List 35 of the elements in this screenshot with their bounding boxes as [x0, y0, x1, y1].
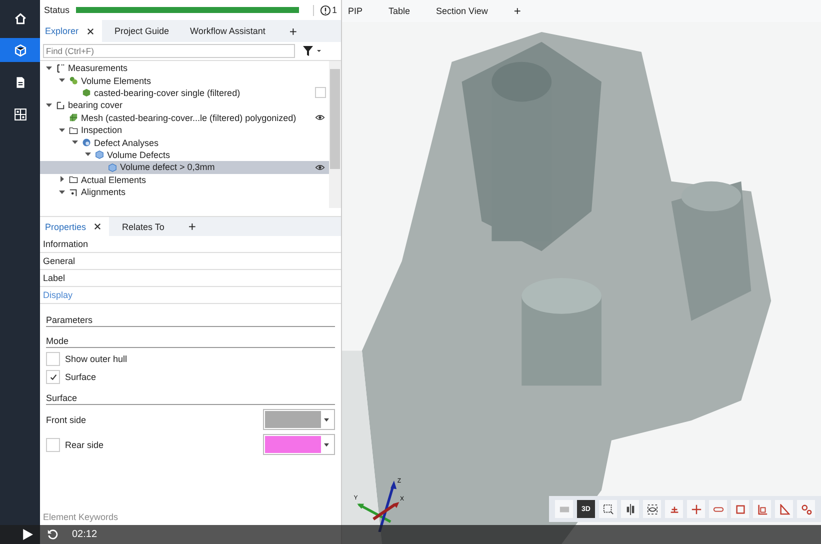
add-tab-button[interactable]: + [514, 4, 521, 18]
status-label: Status [44, 5, 70, 15]
group-heading: Mode [46, 329, 335, 348]
tree-item[interactable]: casted-bearing-cover single (filtered) [94, 88, 240, 98]
tree-item[interactable]: Alignments [81, 187, 126, 198]
section-header[interactable]: Label [40, 270, 341, 287]
add-tab-button[interactable]: + [180, 219, 204, 234]
section-header[interactable]: General [40, 253, 341, 270]
message-count: 1 [332, 5, 337, 15]
playback-time: 02:12 [72, 529, 98, 540]
tree-item[interactable]: Inspection [81, 125, 122, 136]
tree-item[interactable]: Mesh (casted-bearing-cover...le (filtered) polygonized) [81, 112, 296, 123]
view-tab[interactable]: PIP [348, 6, 363, 16]
field-label: Front side [46, 414, 86, 424]
search-field[interactable]: Find (Ctrl+F) [43, 44, 295, 58]
checkbox-label: Show outer hull [65, 354, 128, 364]
add-tab-button[interactable]: + [281, 24, 305, 38]
tree-item[interactable]: Defect Analyses [94, 138, 159, 148]
panel-footer: Element Keywords [43, 512, 118, 522]
tree-item[interactable]: Measurements [68, 63, 128, 74]
tab[interactable]: Project Guide [114, 26, 170, 36]
section-header[interactable]: Information [40, 236, 341, 253]
view-tab[interactable]: Table [388, 6, 410, 16]
tree-item[interactable]: Volume Elements [81, 76, 152, 86]
view-tab[interactable]: Section View [436, 6, 488, 16]
group-heading: Parameters [46, 308, 335, 327]
field-label: Rear side [65, 440, 104, 450]
section-header[interactable]: Display [40, 287, 341, 304]
checkbox-label: Surface [65, 372, 96, 382]
group-heading: Surface [46, 386, 335, 405]
tree-item[interactable]: bearing cover [68, 100, 123, 110]
tree-item[interactable]: Volume Defects [107, 150, 170, 160]
tab[interactable]: Relates To [122, 222, 164, 232]
tab[interactable]: Workflow Assistant [190, 26, 266, 36]
tree-item[interactable]: Actual Elements [81, 174, 146, 185]
